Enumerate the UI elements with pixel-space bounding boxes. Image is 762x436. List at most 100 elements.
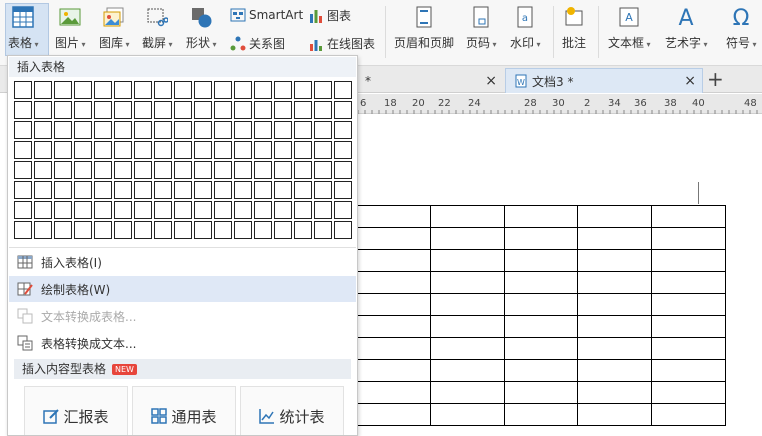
table-size-cell[interactable] (54, 121, 72, 139)
table-cell[interactable] (503, 227, 579, 250)
shape-button[interactable]: 形状 (186, 0, 217, 51)
table-cell[interactable] (651, 381, 726, 404)
new-tab-plus-icon[interactable]: + (707, 68, 724, 90)
table-size-cell[interactable] (14, 141, 32, 159)
statistics-table-template[interactable]: 统计表 (240, 386, 344, 435)
table-cell[interactable] (503, 359, 579, 382)
wordart-button[interactable]: A 艺术字 (665, 0, 708, 51)
table-size-cell[interactable] (274, 221, 292, 239)
table-cell[interactable] (356, 315, 431, 338)
table-size-cell[interactable] (294, 201, 312, 219)
table-size-cell[interactable] (334, 81, 352, 99)
header-footer-button[interactable]: 页眉和页脚 (394, 0, 454, 51)
table-size-cell[interactable] (254, 221, 272, 239)
table-size-cell[interactable] (314, 201, 332, 219)
table-size-cell[interactable] (134, 161, 152, 179)
table-size-cell[interactable] (214, 221, 232, 239)
table-cell[interactable] (429, 293, 505, 316)
table-size-cell[interactable] (194, 121, 212, 139)
table-size-cell[interactable] (194, 81, 212, 99)
online-chart-button[interactable]: 在线图表 (308, 35, 375, 52)
table-cell[interactable] (577, 315, 653, 338)
table-size-cell[interactable] (314, 221, 332, 239)
table-cell[interactable] (577, 403, 653, 426)
table-size-cell[interactable] (34, 121, 52, 139)
table-size-cell[interactable] (234, 181, 252, 199)
table-size-cell[interactable] (334, 201, 352, 219)
table-cell[interactable] (651, 403, 726, 426)
table-cell[interactable] (429, 381, 505, 404)
table-size-cell[interactable] (74, 221, 92, 239)
table-size-cell[interactable] (134, 141, 152, 159)
table-cell[interactable] (577, 249, 653, 272)
table-size-cell[interactable] (334, 141, 352, 159)
table-size-cell[interactable] (54, 101, 72, 119)
table-size-cell[interactable] (34, 101, 52, 119)
table-cell[interactable] (429, 359, 505, 382)
symbol-button[interactable]: Ω 符号 (726, 0, 757, 51)
table-size-cell[interactable] (94, 201, 112, 219)
table-size-cell[interactable] (134, 201, 152, 219)
table-cell[interactable] (356, 227, 431, 250)
table-cell[interactable] (651, 359, 726, 382)
gallery-button[interactable]: 图库 (99, 0, 130, 51)
chart-button[interactable]: 图表 (308, 7, 351, 24)
table-size-cell[interactable] (34, 221, 52, 239)
table-size-cell[interactable] (234, 101, 252, 119)
table-size-cell[interactable] (254, 141, 272, 159)
close-icon[interactable]: × (485, 73, 497, 89)
table-cell[interactable] (577, 337, 653, 360)
table-button[interactable]: 表格 (8, 0, 39, 51)
screenshot-button[interactable]: 截屏 (142, 0, 173, 51)
table-size-cell[interactable] (174, 201, 192, 219)
draw-table-menu-item[interactable]: 绘制表格(W) (9, 276, 356, 302)
table-size-cell[interactable] (274, 101, 292, 119)
table-size-cell[interactable] (334, 161, 352, 179)
table-size-cell[interactable] (74, 201, 92, 219)
table-size-cell[interactable] (334, 121, 352, 139)
table-cell[interactable] (503, 381, 579, 404)
table-size-cell[interactable] (54, 181, 72, 199)
table-size-cell[interactable] (294, 101, 312, 119)
table-size-grid[interactable] (14, 81, 352, 239)
table-size-cell[interactable] (54, 81, 72, 99)
table-size-cell[interactable] (94, 101, 112, 119)
table-size-cell[interactable] (194, 141, 212, 159)
table-size-cell[interactable] (114, 201, 132, 219)
table-cell[interactable] (356, 205, 431, 228)
page-number-button[interactable]: 页码 (466, 0, 497, 51)
table-size-cell[interactable] (314, 81, 332, 99)
table-cell[interactable] (429, 249, 505, 272)
table-cell[interactable] (577, 271, 653, 294)
picture-button[interactable]: 图片 (55, 0, 86, 51)
table-cell[interactable] (356, 381, 431, 404)
table-size-cell[interactable] (74, 181, 92, 199)
table-cell[interactable] (503, 271, 579, 294)
table-size-cell[interactable] (114, 141, 132, 159)
table-size-cell[interactable] (74, 81, 92, 99)
table-cell[interactable] (503, 337, 579, 360)
table-size-cell[interactable] (114, 161, 132, 179)
table-cell[interactable] (429, 227, 505, 250)
table-size-cell[interactable] (234, 201, 252, 219)
tab-document-previous[interactable]: * × (357, 68, 503, 93)
table-cell[interactable] (651, 337, 726, 360)
table-cell[interactable] (429, 271, 505, 294)
table-cell[interactable] (503, 249, 579, 272)
table-size-cell[interactable] (194, 161, 212, 179)
table-cell[interactable] (429, 403, 505, 426)
table-size-cell[interactable] (254, 181, 272, 199)
table-size-cell[interactable] (34, 81, 52, 99)
table-size-cell[interactable] (14, 201, 32, 219)
table-size-cell[interactable] (274, 141, 292, 159)
table-size-cell[interactable] (174, 161, 192, 179)
table-cell[interactable] (356, 403, 431, 426)
table-size-cell[interactable] (294, 121, 312, 139)
table-size-cell[interactable] (154, 121, 172, 139)
table-size-cell[interactable] (154, 221, 172, 239)
table-size-cell[interactable] (254, 201, 272, 219)
table-size-cell[interactable] (94, 81, 112, 99)
table-size-cell[interactable] (94, 141, 112, 159)
table-size-cell[interactable] (154, 161, 172, 179)
table-cell[interactable] (651, 227, 726, 250)
